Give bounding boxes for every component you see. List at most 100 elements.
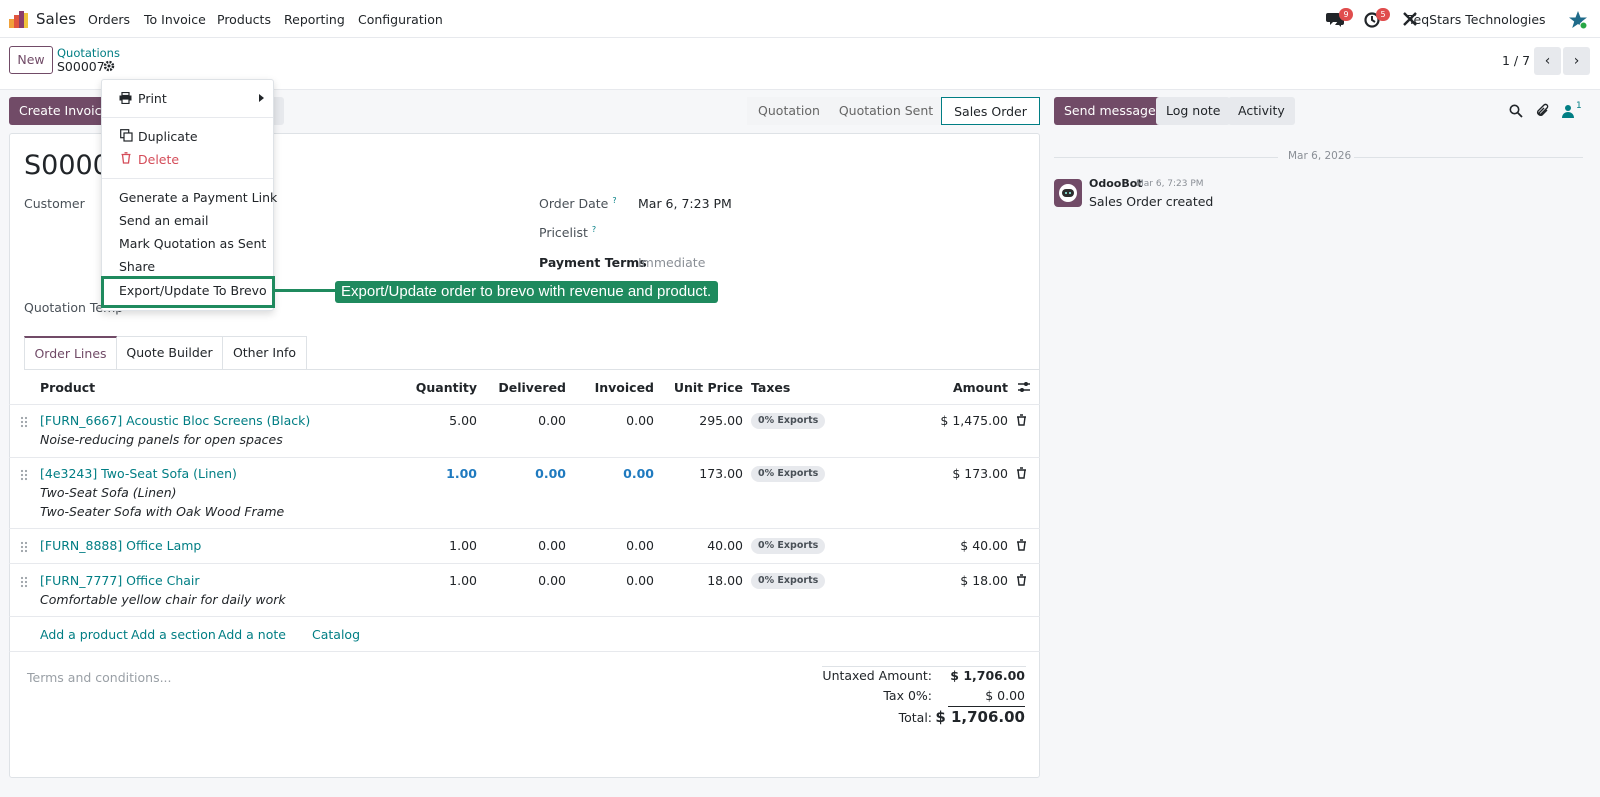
- menu-products[interactable]: Products: [217, 12, 271, 27]
- row-invoiced: 0.00: [626, 413, 654, 428]
- app-name[interactable]: Sales: [36, 10, 76, 28]
- menu-to-invoice[interactable]: To Invoice: [144, 12, 206, 27]
- tab-other-info[interactable]: Other Info: [223, 336, 307, 370]
- share-menu-item[interactable]: Share: [119, 259, 155, 274]
- tax-value: $ 0.00: [985, 688, 1025, 703]
- trash-icon[interactable]: [1016, 467, 1027, 479]
- annotation-callout: Export/Update order to brevo with revenu…: [335, 281, 718, 303]
- highlight-box: [101, 276, 275, 308]
- copy-icon: [120, 129, 133, 142]
- user-icon[interactable]: [1562, 104, 1574, 118]
- tax-tag[interactable]: 0% Exports: [751, 466, 826, 482]
- tax-label: Tax 0%:: [883, 688, 932, 703]
- submenu-caret-icon: [259, 94, 264, 102]
- activity-button[interactable]: Activity: [1228, 97, 1295, 125]
- row-product-link[interactable]: [FURN_7777] Office Chair: [40, 573, 200, 588]
- row-unit-price[interactable]: 295.00: [660, 413, 743, 428]
- row-unit-price[interactable]: 40.00: [660, 538, 743, 553]
- add-product-link[interactable]: Add a product: [40, 627, 128, 642]
- mark-sent-menu-item[interactable]: Mark Quotation as Sent: [119, 236, 266, 251]
- company-switcher[interactable]: TeqStars Technologies: [1408, 12, 1546, 27]
- row-quantity[interactable]: 1.00: [400, 466, 477, 481]
- date-separator: [1354, 157, 1583, 158]
- tax-tag[interactable]: 0% Exports: [751, 538, 826, 554]
- tax-tag[interactable]: 0% Exports: [751, 413, 826, 429]
- status-quotation[interactable]: Quotation: [747, 97, 831, 125]
- star-avatar-icon[interactable]: [1568, 10, 1588, 30]
- log-note-button[interactable]: Log note: [1156, 97, 1231, 125]
- pager-previous-button[interactable]: ‹: [1534, 47, 1561, 75]
- row-description: Two-Seater Sofa with Oak Wood Frame: [40, 504, 285, 519]
- row-product-link[interactable]: [FURN_6667] Acoustic Bloc Screens (Black…: [40, 413, 310, 428]
- row-unit-price[interactable]: 173.00: [660, 466, 743, 481]
- trash-icon[interactable]: [1016, 414, 1027, 426]
- col-quantity[interactable]: Quantity: [400, 380, 477, 395]
- totals-divider: [822, 666, 1026, 667]
- row-quantity[interactable]: 1.00: [400, 573, 477, 588]
- row-quantity[interactable]: 5.00: [400, 413, 477, 428]
- payment-terms-value[interactable]: Immediate: [638, 255, 705, 270]
- add-section-link[interactable]: Add a section: [131, 627, 216, 642]
- activity-badge: 5: [1376, 8, 1390, 21]
- gear-icon[interactable]: [103, 60, 115, 72]
- menu-reporting[interactable]: Reporting: [284, 12, 345, 27]
- status-sales-order[interactable]: Sales Order: [941, 97, 1040, 125]
- col-unit-price[interactable]: Unit Price: [660, 380, 743, 395]
- row-product-link[interactable]: [4e3243] Two-Seat Sofa (Linen): [40, 466, 237, 481]
- pager-next-button[interactable]: ›: [1563, 47, 1590, 75]
- row-quantity[interactable]: 1.00: [400, 538, 477, 553]
- row-invoiced: 0.00: [626, 573, 654, 588]
- catalog-link[interactable]: Catalog: [312, 627, 360, 642]
- tab-order-lines[interactable]: Order Lines: [24, 336, 117, 370]
- pricelist-label: Pricelist ?: [539, 225, 597, 241]
- sales-app-icon[interactable]: [9, 10, 29, 28]
- drag-handle-icon[interactable]: [20, 469, 28, 481]
- row-unit-price[interactable]: 18.00: [660, 573, 743, 588]
- col-product[interactable]: Product: [40, 380, 95, 395]
- date-separator: [1054, 157, 1278, 158]
- record-title: S0000: [24, 150, 110, 181]
- drag-handle-icon[interactable]: [20, 576, 28, 588]
- tab-quote-builder[interactable]: Quote Builder: [117, 336, 223, 370]
- row-product-link[interactable]: [FURN_8888] Office Lamp: [40, 538, 201, 553]
- col-delivered[interactable]: Delivered: [480, 380, 566, 395]
- menu-orders[interactable]: Orders: [88, 12, 130, 27]
- settings-sliders-icon[interactable]: [1017, 380, 1031, 394]
- terms-input[interactable]: Terms and conditions...: [27, 670, 172, 685]
- print-menu-item[interactable]: Print: [138, 91, 167, 106]
- message-author[interactable]: OdooBot: [1089, 177, 1143, 190]
- chat-date: Mar 6, 2026: [1288, 150, 1352, 162]
- row-delivered: 0.00: [538, 538, 566, 553]
- new-button[interactable]: New: [9, 46, 53, 74]
- send-message-button[interactable]: Send message: [1054, 97, 1166, 125]
- header-divider: [9, 404, 1040, 405]
- col-invoiced[interactable]: Invoiced: [570, 380, 654, 395]
- drag-handle-icon[interactable]: [20, 541, 28, 553]
- col-amount[interactable]: Amount: [920, 380, 1008, 395]
- trash-icon[interactable]: [1016, 574, 1027, 586]
- message-body: Sales Order created: [1089, 194, 1214, 209]
- untaxed-label: Untaxed Amount:: [822, 668, 932, 683]
- row-divider: [9, 616, 1040, 617]
- send-email-menu-item[interactable]: Send an email: [119, 213, 208, 228]
- order-date-value[interactable]: Mar 6, 7:23 PM: [638, 196, 732, 211]
- duplicate-menu-item[interactable]: Duplicate: [138, 129, 198, 144]
- col-taxes[interactable]: Taxes: [751, 380, 790, 395]
- menu-configuration[interactable]: Configuration: [358, 12, 443, 27]
- tax-tag[interactable]: 0% Exports: [751, 573, 826, 589]
- payment-link-menu-item[interactable]: Generate a Payment Link: [119, 190, 277, 205]
- trash-icon: [121, 152, 131, 164]
- row-divider: [9, 563, 1040, 564]
- search-icon[interactable]: [1509, 104, 1523, 118]
- trash-icon[interactable]: [1016, 539, 1027, 551]
- breadcrumb-current: S00007: [57, 59, 105, 74]
- drag-handle-icon[interactable]: [20, 416, 28, 428]
- row-description: Noise-reducing panels for open spaces: [40, 432, 283, 447]
- paperclip-icon[interactable]: [1536, 103, 1550, 118]
- add-note-link[interactable]: Add a note: [218, 627, 286, 642]
- odoobot-avatar[interactable]: [1054, 179, 1082, 207]
- breadcrumb-quotations[interactable]: Quotations: [57, 46, 120, 60]
- delete-menu-item[interactable]: Delete: [138, 152, 179, 167]
- pager-value[interactable]: 1 / 7: [1502, 53, 1530, 68]
- status-quotation-sent[interactable]: Quotation Sent: [831, 97, 941, 125]
